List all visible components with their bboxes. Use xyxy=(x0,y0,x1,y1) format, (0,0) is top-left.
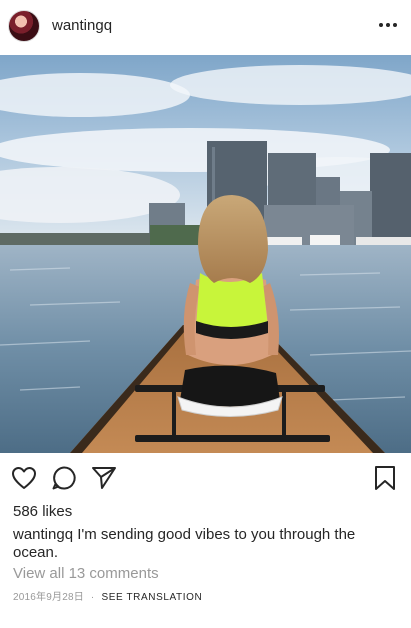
heart-icon[interactable] xyxy=(10,464,38,492)
post-caption: wantingq I'm sending good vibes to you t… xyxy=(13,526,403,562)
comment-icon[interactable] xyxy=(50,464,78,492)
more-options-icon[interactable] xyxy=(377,14,399,36)
photo-canvas xyxy=(0,55,411,453)
post-photo[interactable] xyxy=(0,55,411,453)
post-date: 2016年9月28日 xyxy=(13,592,84,603)
caption-username[interactable]: wantingq xyxy=(13,526,73,543)
view-comments-link[interactable]: View all 13 comments xyxy=(13,565,159,582)
meta-separator: · xyxy=(90,592,95,603)
send-icon[interactable] xyxy=(90,464,118,492)
post-username[interactable]: wantingq xyxy=(52,17,112,34)
likes-count[interactable]: 586 likes xyxy=(13,503,72,520)
post-actions xyxy=(0,453,411,503)
post-meta: 2016年9月28日 · SEE TRANSLATION xyxy=(13,588,202,603)
post-header: wantingq xyxy=(0,0,411,55)
bookmark-icon[interactable] xyxy=(371,464,399,492)
see-translation-link[interactable]: SEE TRANSLATION xyxy=(101,592,202,603)
avatar[interactable] xyxy=(8,10,40,42)
